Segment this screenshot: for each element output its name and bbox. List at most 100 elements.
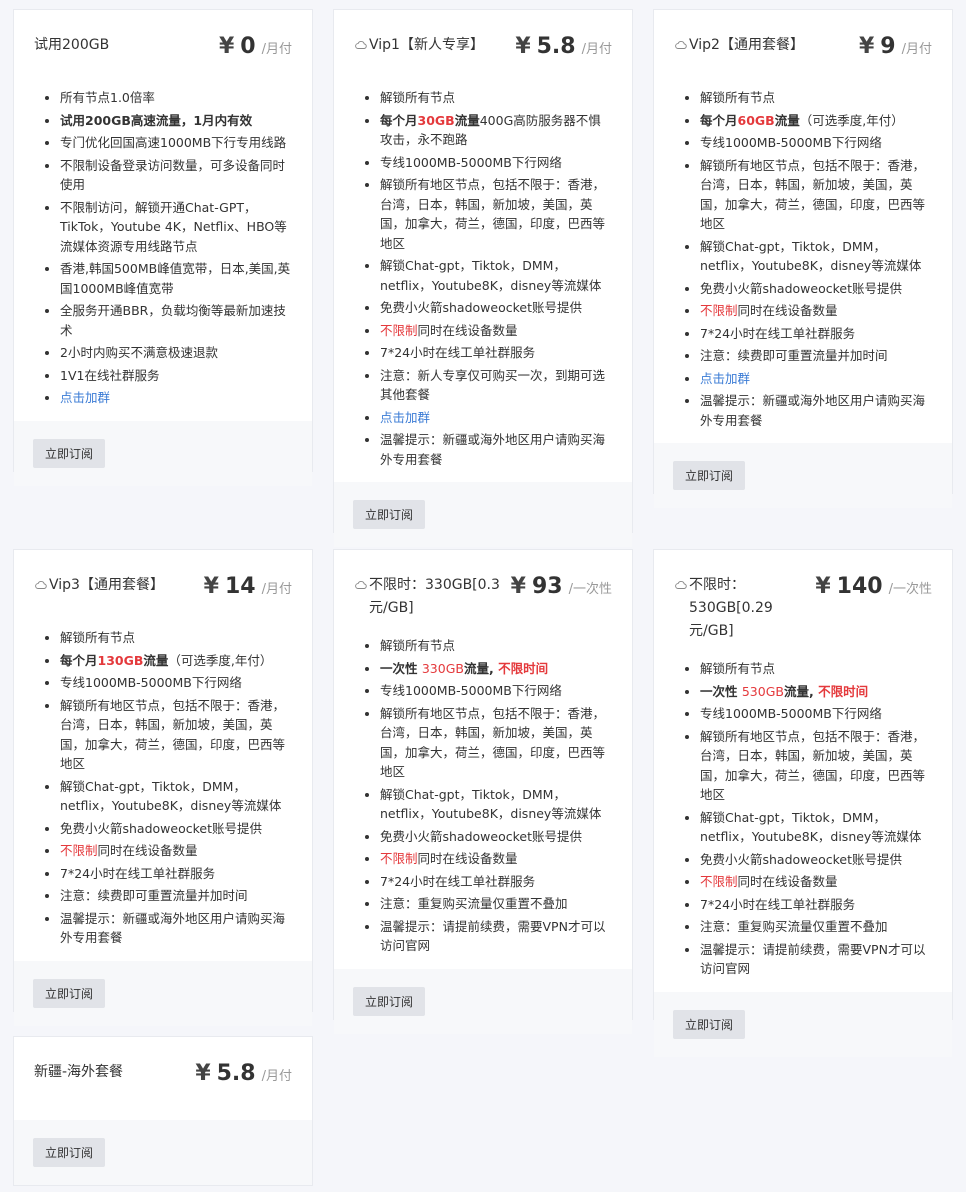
plan-name: 新疆-海外套餐 [34, 1064, 124, 1080]
plan-card-xinjiang-overseas: 新疆-海外套餐 ¥ 5.8 /月付 立即订阅 [13, 1036, 313, 1186]
feature-item: 解锁所有节点 [380, 636, 612, 656]
feature-item: 7*24小时在线工单社群服务 [700, 895, 932, 915]
feature-item: 免费小火箭shadoweocket账号提供 [700, 850, 932, 870]
subscribe-button[interactable]: 立即订阅 [673, 1009, 746, 1039]
plan-header: 新疆-海外套餐 ¥ 5.8 /月付 [34, 1061, 292, 1099]
plan-card-vip2: Vip2【通用套餐】 ¥ 9 /月付 解锁所有节点 每个月60GB流量（可选季度… [653, 9, 953, 508]
plan-card-trial: 试用200GB ¥ 0 /月付 所有节点1.0倍率 试用200GB高速流量，1月… [13, 9, 313, 486]
feature-item: 专门优化回国高速1000MB下行专用线路 [60, 133, 292, 153]
join-group-link[interactable]: 点击加群 [380, 410, 430, 425]
price-amount: 9 [880, 34, 896, 59]
feature-item: 温馨提示：新疆或海外地区用户请购买海外专用套餐 [380, 430, 612, 469]
feature-item: 1V1在线社群服务 [60, 366, 292, 386]
price-period: /月付 [261, 582, 292, 597]
feature-item: 不限制访问，解锁开通Chat-GPT，TikTok，Youtube 4K，Net… [60, 198, 292, 257]
plan-name: Vip2【通用套餐】 [674, 34, 804, 57]
feature-item: 不限制设备登录访问数量，可多设备同时使用 [60, 156, 292, 195]
price-period: /月付 [901, 42, 932, 57]
feature-item: 解锁所有地区节点，包括不限于：香港，台湾，日本，韩国，新加坡，美国，英国，加拿大… [700, 727, 932, 805]
feature-item: 温馨提示：请提前续费，需要VPN才可以访问官网 [380, 917, 612, 956]
feature-item: 点击加群 [60, 388, 292, 408]
currency-symbol: ¥ [195, 1061, 211, 1086]
price-period: /一次性 [888, 582, 932, 597]
plan-name: 不限时：530GB[0.29元/GB] [674, 574, 809, 643]
feature-item: 2小时内购买不满意极速退款 [60, 343, 292, 363]
feature-item: 香港,韩国500MB峰值宽带，日本,美国,英国1000MB峰值宽带 [60, 259, 292, 298]
cloud-icon [674, 578, 688, 592]
plan-card-body: Vip2【通用套餐】 ¥ 9 /月付 解锁所有节点 每个月60GB流量（可选季度… [654, 10, 952, 443]
feature-item: 不限制同时在线设备数量 [380, 321, 612, 341]
currency-symbol: ¥ [815, 574, 831, 599]
plan-header: Vip1【新人专享】 ¥ 5.8 /月付 [354, 34, 612, 72]
join-group-link[interactable]: 点击加群 [700, 371, 750, 386]
plan-price: ¥ 5.8 /月付 [515, 34, 612, 59]
price-period: /月付 [261, 1069, 292, 1084]
feature-item: 解锁Chat-gpt，Tiktok，DMM，netflix，Youtube8K，… [700, 237, 932, 276]
plan-name-text: 不限时：330GB[0.3元/GB] [369, 577, 500, 616]
feature-item: 解锁所有地区节点，包括不限于：香港，台湾，日本，韩国，新加坡，美国，英国，加拿大… [380, 175, 612, 253]
feature-list: 解锁所有节点 每个月130GB流量（可选季度,年付） 专线1000MB-5000… [34, 628, 292, 948]
feature-list: 解锁所有节点 一次性 330GB流量, 不限时间 专线1000MB-5000MB… [354, 636, 612, 956]
plan-card-330gb: 不限时：330GB[0.3元/GB] ¥ 93 /一次性 解锁所有节点 一次性 … [333, 549, 633, 1034]
price-amount: 5.8 [536, 34, 576, 59]
plan-card-body: 不限时：330GB[0.3元/GB] ¥ 93 /一次性 解锁所有节点 一次性 … [334, 550, 632, 969]
cloud-icon [34, 578, 48, 592]
feature-item: 免费小火箭shadoweocket账号提供 [60, 819, 292, 839]
plan-header: 不限时：330GB[0.3元/GB] ¥ 93 /一次性 [354, 574, 612, 620]
feature-item: 免费小火箭shadoweocket账号提供 [380, 827, 612, 847]
currency-symbol: ¥ [515, 34, 531, 59]
plan-card-body: Vip1【新人专享】 ¥ 5.8 /月付 解锁所有节点 每个月30GB流量400… [334, 10, 632, 482]
plan-header: Vip2【通用套餐】 ¥ 9 /月付 [674, 34, 932, 72]
price-amount: 14 [224, 574, 256, 599]
plan-card-body: 不限时：530GB[0.29元/GB] ¥ 140 /一次性 解锁所有节点 一次… [654, 550, 952, 992]
plan-name: 不限时：330GB[0.3元/GB] [354, 574, 504, 620]
plan-name: Vip1【新人专享】 [354, 34, 484, 57]
feature-item: 温馨提示：新疆或海外地区用户请购买海外专用套餐 [60, 909, 292, 948]
feature-item: 每个月130GB流量（可选季度,年付） [60, 651, 292, 671]
price-period: /月付 [581, 42, 612, 57]
feature-item: 全服务开通BBR，负载均衡等最新加速技术 [60, 301, 292, 340]
subscribe-button[interactable]: 立即订阅 [673, 461, 746, 490]
feature-item: 解锁所有地区节点，包括不限于：香港，台湾，日本，韩国，新加坡，美国，英国，加拿大… [380, 704, 612, 782]
currency-symbol: ¥ [203, 574, 219, 599]
feature-item: 7*24小时在线工单社群服务 [380, 343, 612, 363]
plan-card-footer: 立即订阅 [14, 960, 312, 1026]
feature-item: 专线1000MB-5000MB下行网络 [380, 153, 612, 173]
feature-item: 免费小火箭shadoweocket账号提供 [700, 279, 932, 299]
plan-name: Vip3【通用套餐】 [34, 574, 164, 597]
plan-card-body: 新疆-海外套餐 ¥ 5.8 /月付 [14, 1037, 312, 1120]
plan-price: ¥ 5.8 /月付 [195, 1061, 292, 1086]
feature-item: 不限制同时在线设备数量 [380, 849, 612, 869]
cloud-icon [354, 578, 368, 592]
plan-name-text: Vip3【通用套餐】 [49, 577, 164, 593]
subscribe-button[interactable]: 立即订阅 [353, 500, 426, 529]
plan-price: ¥ 93 /一次性 [511, 574, 612, 599]
plan-name-text: Vip1【新人专享】 [369, 37, 484, 53]
plan-card-body: Vip3【通用套餐】 ¥ 14 /月付 解锁所有节点 每个月130GB流量（可选… [14, 550, 312, 961]
feature-item: 7*24小时在线工单社群服务 [60, 864, 292, 884]
subscribe-button[interactable]: 立即订阅 [33, 978, 106, 1008]
plan-header: 不限时：530GB[0.29元/GB] ¥ 140 /一次性 [674, 574, 932, 643]
price-amount: 0 [240, 34, 256, 59]
feature-item: 注意：续费即可重置流量并加时间 [700, 346, 932, 366]
feature-item: 注意：续费即可重置流量并加时间 [60, 886, 292, 906]
feature-item: 解锁所有节点 [380, 88, 612, 108]
join-group-link[interactable]: 点击加群 [60, 390, 110, 405]
plan-price: ¥ 0 /月付 [219, 34, 292, 59]
feature-item: 试用200GB高速流量，1月内有效 [60, 111, 292, 131]
plan-card-footer: 立即订阅 [654, 443, 952, 508]
price-amount: 93 [531, 574, 563, 599]
plan-name-text: Vip2【通用套餐】 [689, 37, 804, 53]
feature-list: 解锁所有节点 一次性 530GB流量, 不限时间 专线1000MB-5000MB… [674, 659, 932, 979]
subscribe-button[interactable]: 立即订阅 [353, 986, 426, 1016]
feature-item: 专线1000MB-5000MB下行网络 [700, 133, 932, 153]
feature-item: 解锁Chat-gpt，Tiktok，DMM，netflix，Youtube8K，… [60, 777, 292, 816]
cloud-icon [354, 38, 368, 52]
feature-item: 一次性 530GB流量, 不限时间 [700, 682, 932, 702]
feature-item: 专线1000MB-5000MB下行网络 [700, 704, 932, 724]
subscribe-button[interactable]: 立即订阅 [33, 1138, 106, 1167]
cloud-icon [674, 38, 688, 52]
subscribe-button[interactable]: 立即订阅 [33, 438, 106, 468]
currency-symbol: ¥ [510, 574, 526, 599]
feature-item: 解锁Chat-gpt，Tiktok，DMM，netflix，Youtube8K，… [700, 808, 932, 847]
